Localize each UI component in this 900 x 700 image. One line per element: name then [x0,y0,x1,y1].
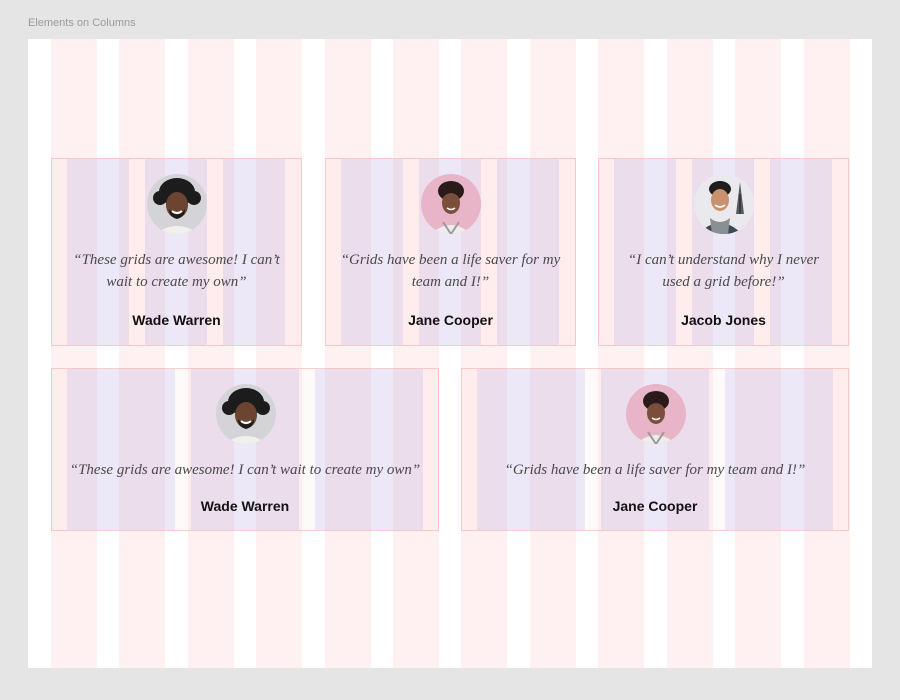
grid-column [804,39,850,668]
testimonial-card[interactable]: “These grids are awesome! I can’t wait t… [51,368,439,531]
grid-column [119,39,165,668]
grid-column [530,39,576,668]
avatar-jane-cooper [421,174,481,234]
grid-column [735,39,781,668]
grid-column [325,39,371,668]
avatar-wade-warren [216,384,276,444]
testimonial-name: Jacob Jones [681,312,766,328]
testimonial-card[interactable]: “These grids are awesome! I can’t wait t… [51,158,302,346]
avatar-jacob-jones [694,174,754,234]
testimonial-quote: “These grids are awesome! I can’t wait t… [69,462,421,478]
testimonial-name: Jane Cooper [408,312,493,328]
testimonial-name: Wade Warren [200,498,290,514]
testimonial-name: Wade Warren [132,312,221,328]
testimonial-quote: “Grids have been a life saver for my tea… [504,462,806,478]
testimonial-quote: “These grids are awesome! I can’t wait t… [73,252,280,290]
testimonial-quote: “Grids have been a life saver for my tea… [340,252,561,290]
grid-column [598,39,644,668]
testimonial-card[interactable]: “Grids have been a life saver for my tea… [461,368,849,531]
testimonial-card[interactable]: “Grids have been a life saver for my tea… [325,158,576,346]
grid-column [667,39,713,668]
testimonial-name: Jane Cooper [612,498,698,514]
testimonial-card[interactable]: “I can’t understand why I never used a g… [598,158,849,346]
frame-label: Elements on Columns [28,17,136,29]
artboard-frame: “These grids are awesome! I can’t wait t… [28,39,872,668]
avatar-jane-cooper [626,384,686,444]
grid-column [51,39,97,668]
testimonial-quote: “I can’t understand why I never used a g… [627,252,820,290]
avatar-wade-warren [147,174,207,234]
grid-column [256,39,302,668]
grid-column [188,39,234,668]
grid-column [393,39,439,668]
grid-column [461,39,507,668]
